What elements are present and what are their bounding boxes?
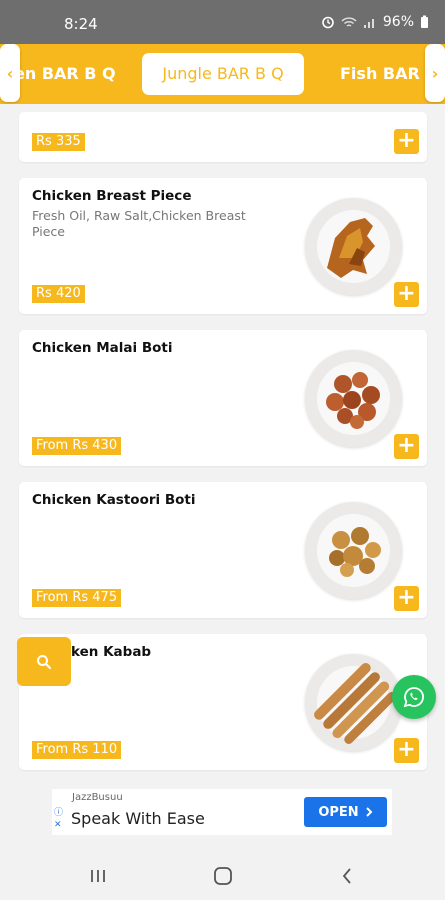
battery-icon: [421, 15, 428, 28]
menu-item-card[interactable]: Chicken Malai Boti From Rs 430 +: [19, 330, 427, 466]
status-icons: 96%: [321, 14, 429, 30]
item-price: Rs 420: [32, 285, 85, 303]
menu-item-card[interactable]: Rs 335 +: [19, 112, 427, 162]
menu-item-card[interactable]: Chicken Kastoori Boti From Rs 475 +: [19, 482, 427, 618]
item-name: Chicken Breast Piece: [32, 188, 192, 204]
ad-choices[interactable]: ⓘ ✕: [54, 807, 63, 831]
tab-next-category[interactable]: Fish BAR B: [340, 53, 438, 95]
item-price: From Rs 430: [32, 437, 122, 455]
add-to-cart-button[interactable]: +: [394, 434, 419, 459]
ad-advertiser: JazzBusuu: [72, 792, 123, 803]
item-description: Fresh Oil, Raw Salt,Chicken Breast Piece: [32, 208, 246, 239]
search-button[interactable]: [17, 637, 71, 686]
scroll-right-button[interactable]: ›: [425, 44, 445, 102]
chevron-right-icon: ›: [431, 63, 439, 83]
battery-percent: 96%: [382, 14, 414, 30]
item-image: [305, 502, 402, 599]
item-image: [305, 654, 402, 751]
recent-apps-button[interactable]: [85, 864, 111, 888]
whatsapp-button[interactable]: [392, 675, 436, 719]
add-to-cart-button[interactable]: +: [394, 129, 419, 154]
tab-previous-category[interactable]: en BAR B Q: [14, 53, 116, 95]
alarm-icon: [322, 16, 334, 29]
info-icon: ⓘ: [54, 808, 64, 818]
chevron-left-icon: ‹: [6, 63, 14, 83]
search-icon: [37, 654, 52, 669]
back-icon: [342, 868, 351, 884]
add-to-cart-button[interactable]: +: [394, 586, 419, 611]
item-name: Chicken Kastoori Boti: [32, 492, 196, 508]
ad-banner[interactable]: JazzBusuu Speak With Ease ⓘ ✕ OPEN: [52, 789, 392, 835]
status-time: 8:24: [64, 15, 98, 33]
add-to-cart-button[interactable]: +: [394, 738, 419, 763]
menu-item-card[interactable]: ken Kabab From Rs 110 +: [19, 634, 427, 770]
whatsapp-icon: [403, 687, 424, 708]
category-tab-bar: en BAR B Q Jungle BAR B Q Fish BAR B ‹ ›: [0, 44, 445, 104]
recents-icon: [91, 870, 105, 882]
ad-open-button[interactable]: OPEN: [304, 797, 387, 827]
add-to-cart-button[interactable]: +: [394, 282, 419, 307]
system-nav-bar: [0, 852, 445, 900]
ad-open-label: OPEN: [318, 804, 359, 820]
tab-active-category[interactable]: Jungle BAR B Q: [142, 53, 304, 95]
wifi-icon: [341, 16, 357, 27]
close-icon: ✕: [54, 820, 62, 830]
item-price: From Rs 110: [32, 741, 122, 759]
signal-icon: [363, 18, 374, 28]
item-name: Chicken Malai Boti: [32, 340, 173, 356]
item-price: From Rs 475: [32, 589, 122, 607]
home-button[interactable]: [210, 864, 236, 888]
home-icon: [214, 867, 232, 885]
status-bar: 8:24 96%: [0, 0, 445, 44]
item-image: [305, 350, 402, 447]
back-button[interactable]: [334, 864, 360, 888]
ad-headline: Speak With Ease: [71, 809, 205, 828]
menu-item-card[interactable]: Chicken Breast Piece Fresh Oil, Raw Salt…: [19, 178, 427, 314]
chevron-right-icon: [365, 807, 373, 817]
item-image: [305, 198, 402, 295]
scroll-left-button[interactable]: ‹: [0, 44, 20, 102]
item-price: Rs 335: [32, 133, 85, 151]
item-name: ken Kabab: [71, 644, 152, 660]
